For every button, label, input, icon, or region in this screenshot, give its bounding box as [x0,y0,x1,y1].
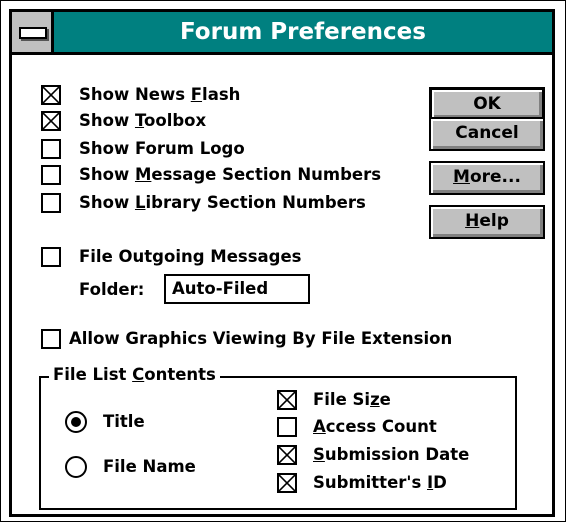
show-forum-logo-label: Show Forum Logo [79,139,245,159]
title-bar[interactable]: Forum Preferences [9,9,555,55]
file-outgoing-checkbox[interactable] [41,247,61,267]
file-size-label-pre: File Si [313,390,371,409]
submission-date-label-key: S [313,445,325,464]
check-x-icon [279,447,295,463]
show-news-flash-label-pre: Show News [79,85,191,104]
folder-input[interactable]: Auto-Filed [164,274,310,304]
radio-title[interactable] [65,411,87,433]
group-title-pre: File List [53,365,133,384]
submitters-id-checkbox[interactable] [277,473,297,493]
check-x-icon [43,113,59,129]
show-toolbox-label-pre: Show [79,111,135,130]
access-count-label: Access Count [313,417,437,437]
system-menu-button[interactable] [12,12,54,52]
show-toolbox-label-key: T [134,111,145,130]
show-news-flash-label-post: lash [202,85,241,104]
allow-graphics-checkbox[interactable] [41,329,61,349]
submitters-id-label-post: D [433,473,447,492]
show-message-section-numbers-checkbox[interactable] [41,165,61,185]
show-library-section-numbers-label-key: L [134,193,146,212]
show-toolbox-label-post: oolbox [144,111,207,130]
access-count-checkbox[interactable] [277,417,297,437]
radio-title-label: Title [103,412,145,431]
radio-file-name-label: File Name [103,457,196,476]
cancel-button[interactable]: Cancel [429,117,545,151]
help-button[interactable]: Help [429,205,545,239]
access-count-label-key: A [313,417,326,436]
system-menu-icon [19,27,47,39]
more-button[interactable]: More... [429,161,545,195]
file-size-label-key: z [370,390,380,409]
file-size-label: File Size [313,390,391,410]
submission-date-label-post: ubmission Date [324,445,470,464]
submission-date-label: Submission Date [313,445,469,465]
show-message-section-numbers-label-key: M [134,165,152,184]
show-news-flash-checkbox[interactable] [41,85,61,105]
radio-file-name[interactable] [65,456,87,478]
file-list-contents-title: File List Contents [49,365,220,385]
show-toolbox-checkbox[interactable] [41,111,61,131]
submitters-id-label-pre: Submitter's [313,473,428,492]
file-outgoing-label: File Outgoing Messages [79,247,302,266]
show-message-section-numbers-label-post: essage Section Numbers [151,165,382,184]
show-forum-logo-label-pre: Show Forum Logo [79,139,245,158]
folder-label: Folder: [79,280,145,299]
submitters-id-label: Submitter's ID [313,473,447,493]
window-title: Forum Preferences [180,19,426,45]
file-size-checkbox[interactable] [277,390,297,410]
show-news-flash-label: Show News Flash [79,85,240,105]
check-x-icon [43,87,59,103]
show-message-section-numbers-label: Show Message Section Numbers [79,165,381,185]
help-button-label: elp [479,211,509,231]
check-x-icon [279,475,295,491]
forum-preferences-dialog: Forum Preferences Show News Flash Show To… [0,0,566,522]
show-library-section-numbers-label: Show Library Section Numbers [79,193,366,213]
file-size-label-post: e [379,390,391,409]
show-library-section-numbers-label-pre: Show [79,193,135,212]
ok-button[interactable]: OK [429,87,545,121]
help-button-key: H [465,211,480,231]
show-message-section-numbers-label-pre: Show [79,165,135,184]
group-title-key: C [132,365,145,384]
show-news-flash-label-key: F [190,85,203,104]
allow-graphics-label: Allow Graphics Viewing By File Extension [69,329,453,348]
show-library-section-numbers-label-post: ibrary Section Numbers [145,193,366,212]
submission-date-checkbox[interactable] [277,445,297,465]
check-x-icon [279,392,295,408]
access-count-label-post: ccess Count [325,417,437,436]
more-button-key: M [453,167,470,187]
more-button-label: ore... [469,167,521,187]
show-toolbox-label: Show Toolbox [79,111,206,131]
group-title-post: ontents [144,365,216,384]
show-library-section-numbers-checkbox[interactable] [41,193,61,213]
radio-title-dot [71,417,81,427]
show-forum-logo-checkbox[interactable] [41,139,61,159]
